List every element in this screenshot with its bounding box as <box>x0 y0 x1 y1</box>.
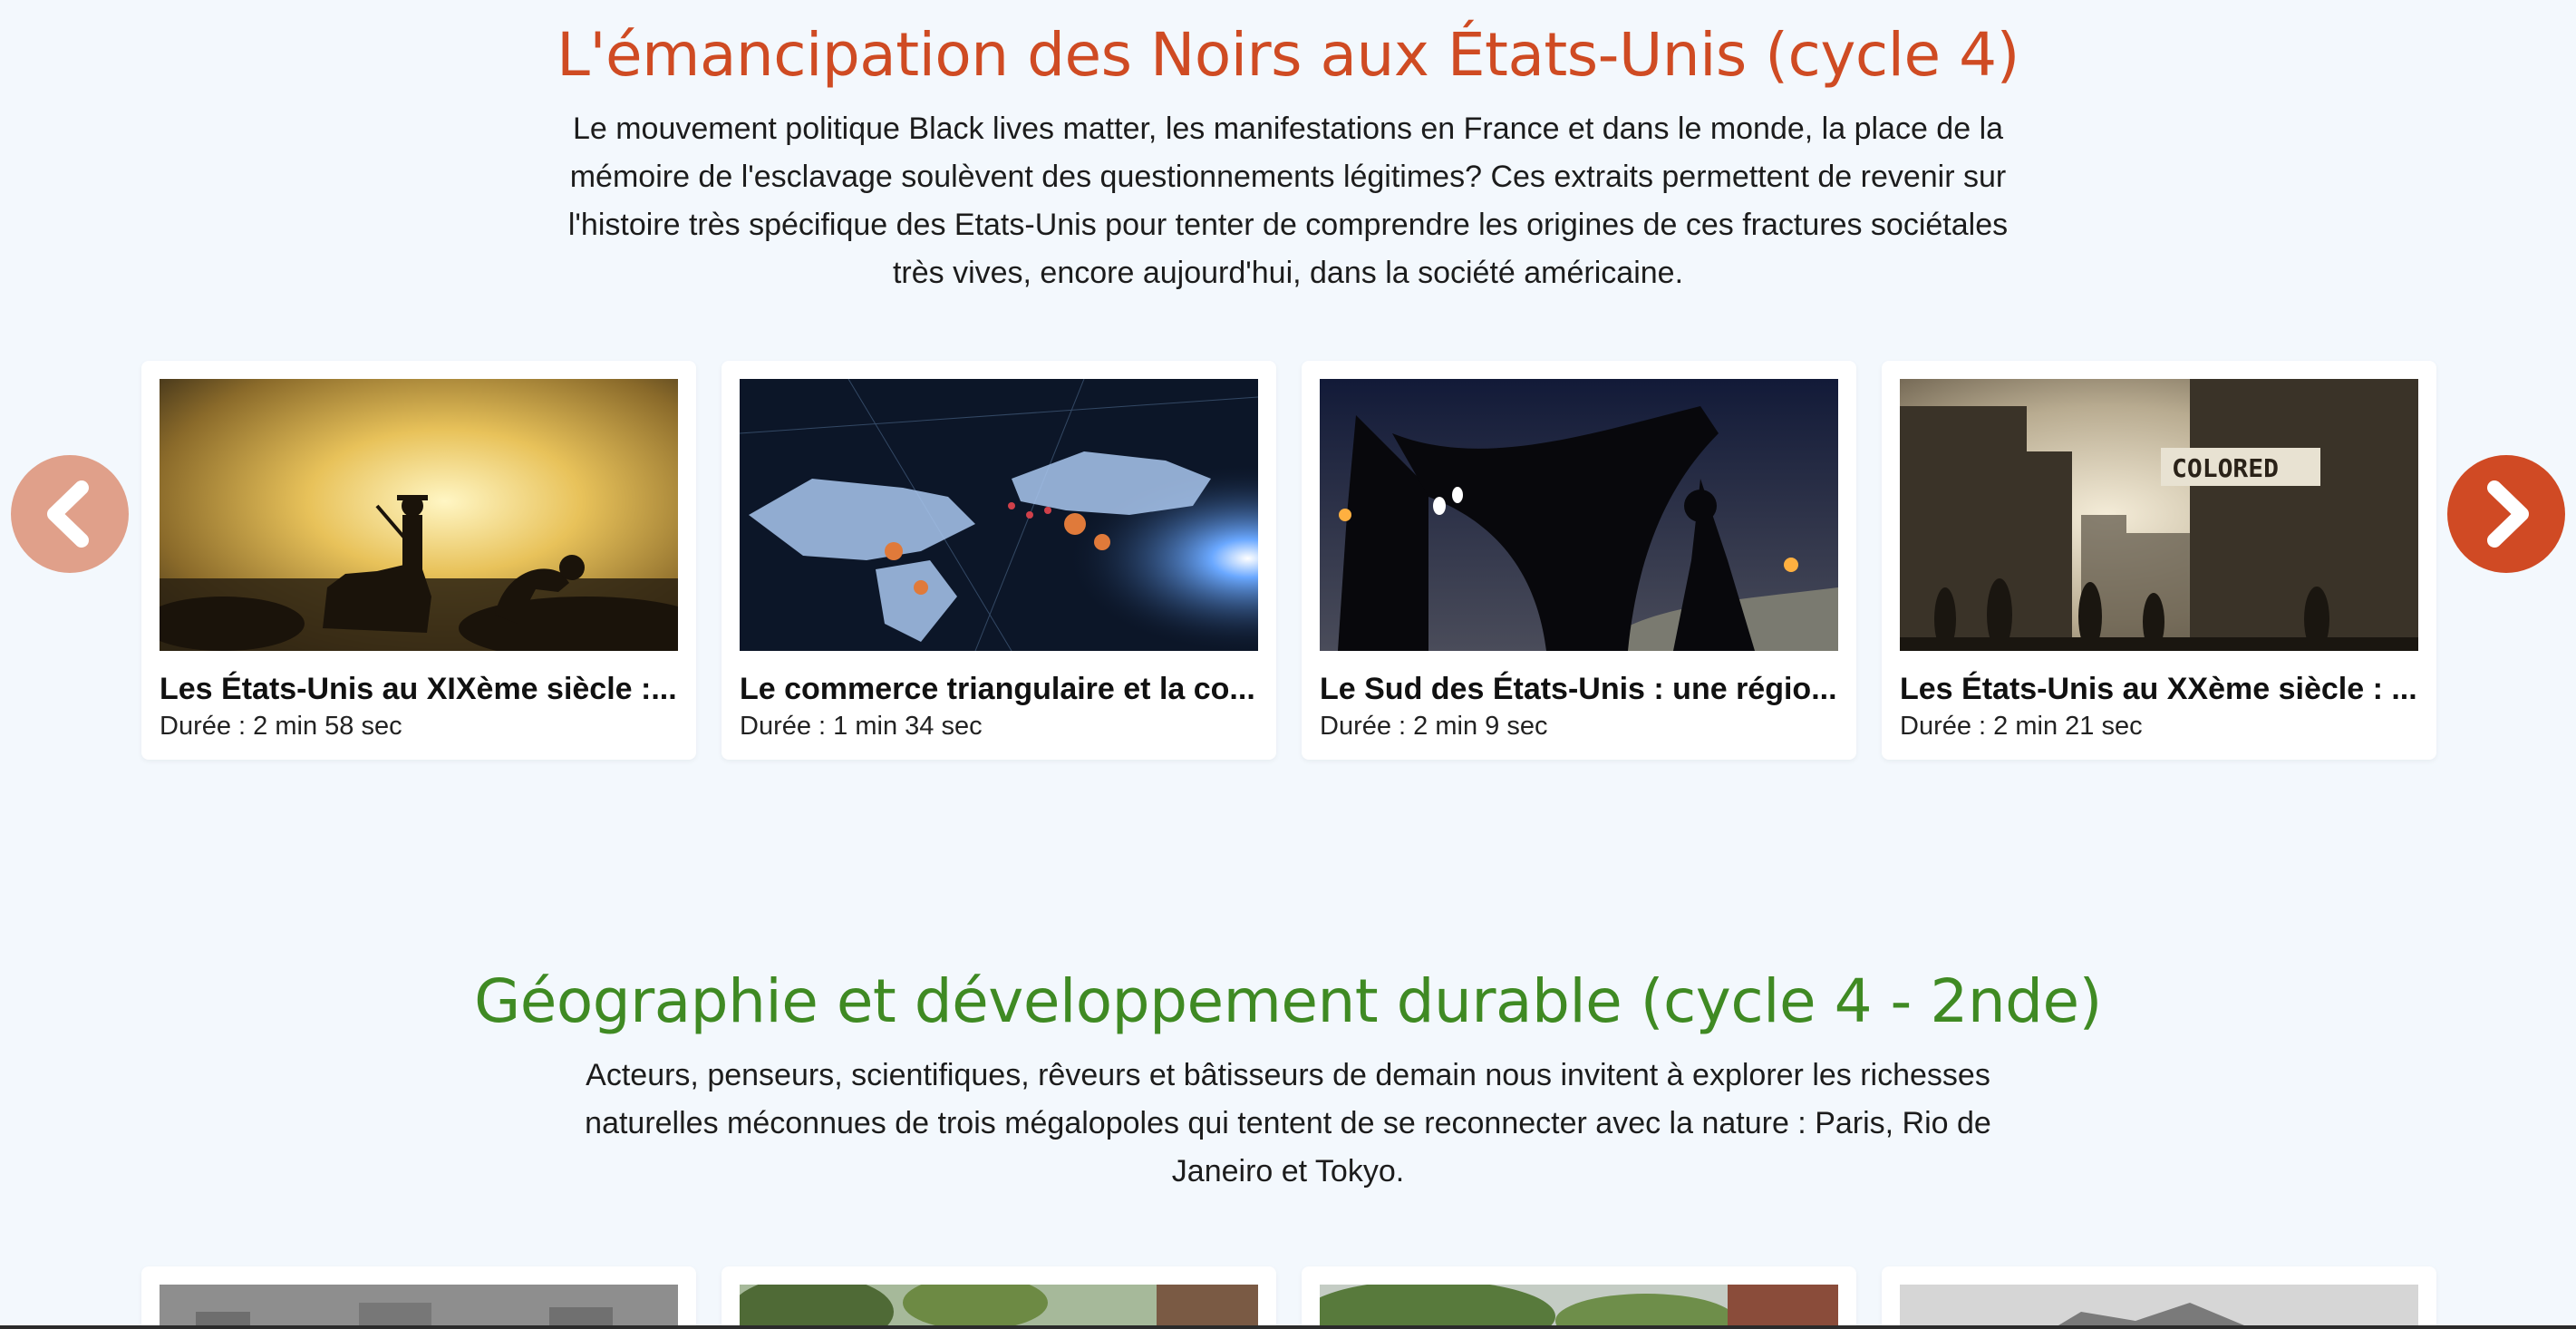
carousel-prev-button[interactable] <box>11 455 129 573</box>
chevron-right-icon <box>2487 480 2529 548</box>
video-duration: Durée : 1 min 34 sec <box>740 712 983 741</box>
section-description: Le mouvement politique Black lives matte… <box>567 112 2009 290</box>
video-thumbnail[interactable] <box>740 379 1258 651</box>
video-card[interactable] <box>1302 1266 1856 1329</box>
video-title[interactable]: Le commerce triangulaire et la co... <box>740 671 1258 707</box>
video-thumbnail[interactable] <box>160 1285 678 1329</box>
video-thumbnail[interactable] <box>1320 379 1838 651</box>
video-card[interactable]: Le Sud des États-Unis : une régio... Dur… <box>1302 361 1856 760</box>
section-geographie: Géographie et développement durable (cyc… <box>0 943 2576 1329</box>
video-card[interactable]: COLORED Les États-Unis au XXème siècle :… <box>1882 361 2436 760</box>
page: L'émancipation des Noirs aux États-Unis … <box>0 0 2576 1329</box>
svg-text:COLORED: COLORED <box>2172 453 2279 483</box>
video-card[interactable]: Les États-Unis au XIXème siècle :... Dur… <box>141 361 696 760</box>
section-description: Acteurs, penseurs, scientifiques, rêveur… <box>585 1058 1991 1188</box>
video-duration: Durée : 2 min 9 sec <box>1320 712 1548 741</box>
chevron-left-icon <box>47 480 89 548</box>
video-thumbnail[interactable] <box>160 379 678 651</box>
section-emancipation: L'émancipation des Noirs aux États-Unis … <box>0 0 2576 760</box>
page-bottom-edge <box>0 1325 2576 1329</box>
video-thumbnail[interactable]: COLORED <box>1900 379 2418 651</box>
video-title[interactable]: Les États-Unis au XIXème siècle :... <box>160 671 678 707</box>
video-carousel <box>0 1266 2576 1329</box>
section-title: Géographie et développement durable (cyc… <box>474 966 2102 1036</box>
carousel-next-button[interactable] <box>2447 455 2565 573</box>
video-title[interactable]: Les États-Unis au XXème siècle : ... <box>1900 671 2418 707</box>
video-thumbnail[interactable] <box>1900 1285 2418 1329</box>
video-carousel: Les États-Unis au XIXème siècle :... Dur… <box>0 361 2576 760</box>
video-duration: Durée : 2 min 58 sec <box>160 712 402 741</box>
video-card[interactable]: Le commerce triangulaire et la co... Dur… <box>721 361 1276 760</box>
video-thumbnail[interactable] <box>740 1285 1258 1329</box>
video-thumbnail[interactable] <box>1320 1285 1838 1329</box>
video-card[interactable] <box>1882 1266 2436 1329</box>
video-duration: Durée : 2 min 21 sec <box>1900 712 2143 741</box>
video-card[interactable] <box>721 1266 1276 1329</box>
section-title: L'émancipation des Noirs aux États-Unis … <box>557 20 2019 90</box>
video-card[interactable] <box>141 1266 696 1329</box>
video-title[interactable]: Le Sud des États-Unis : une régio... <box>1320 671 1838 707</box>
